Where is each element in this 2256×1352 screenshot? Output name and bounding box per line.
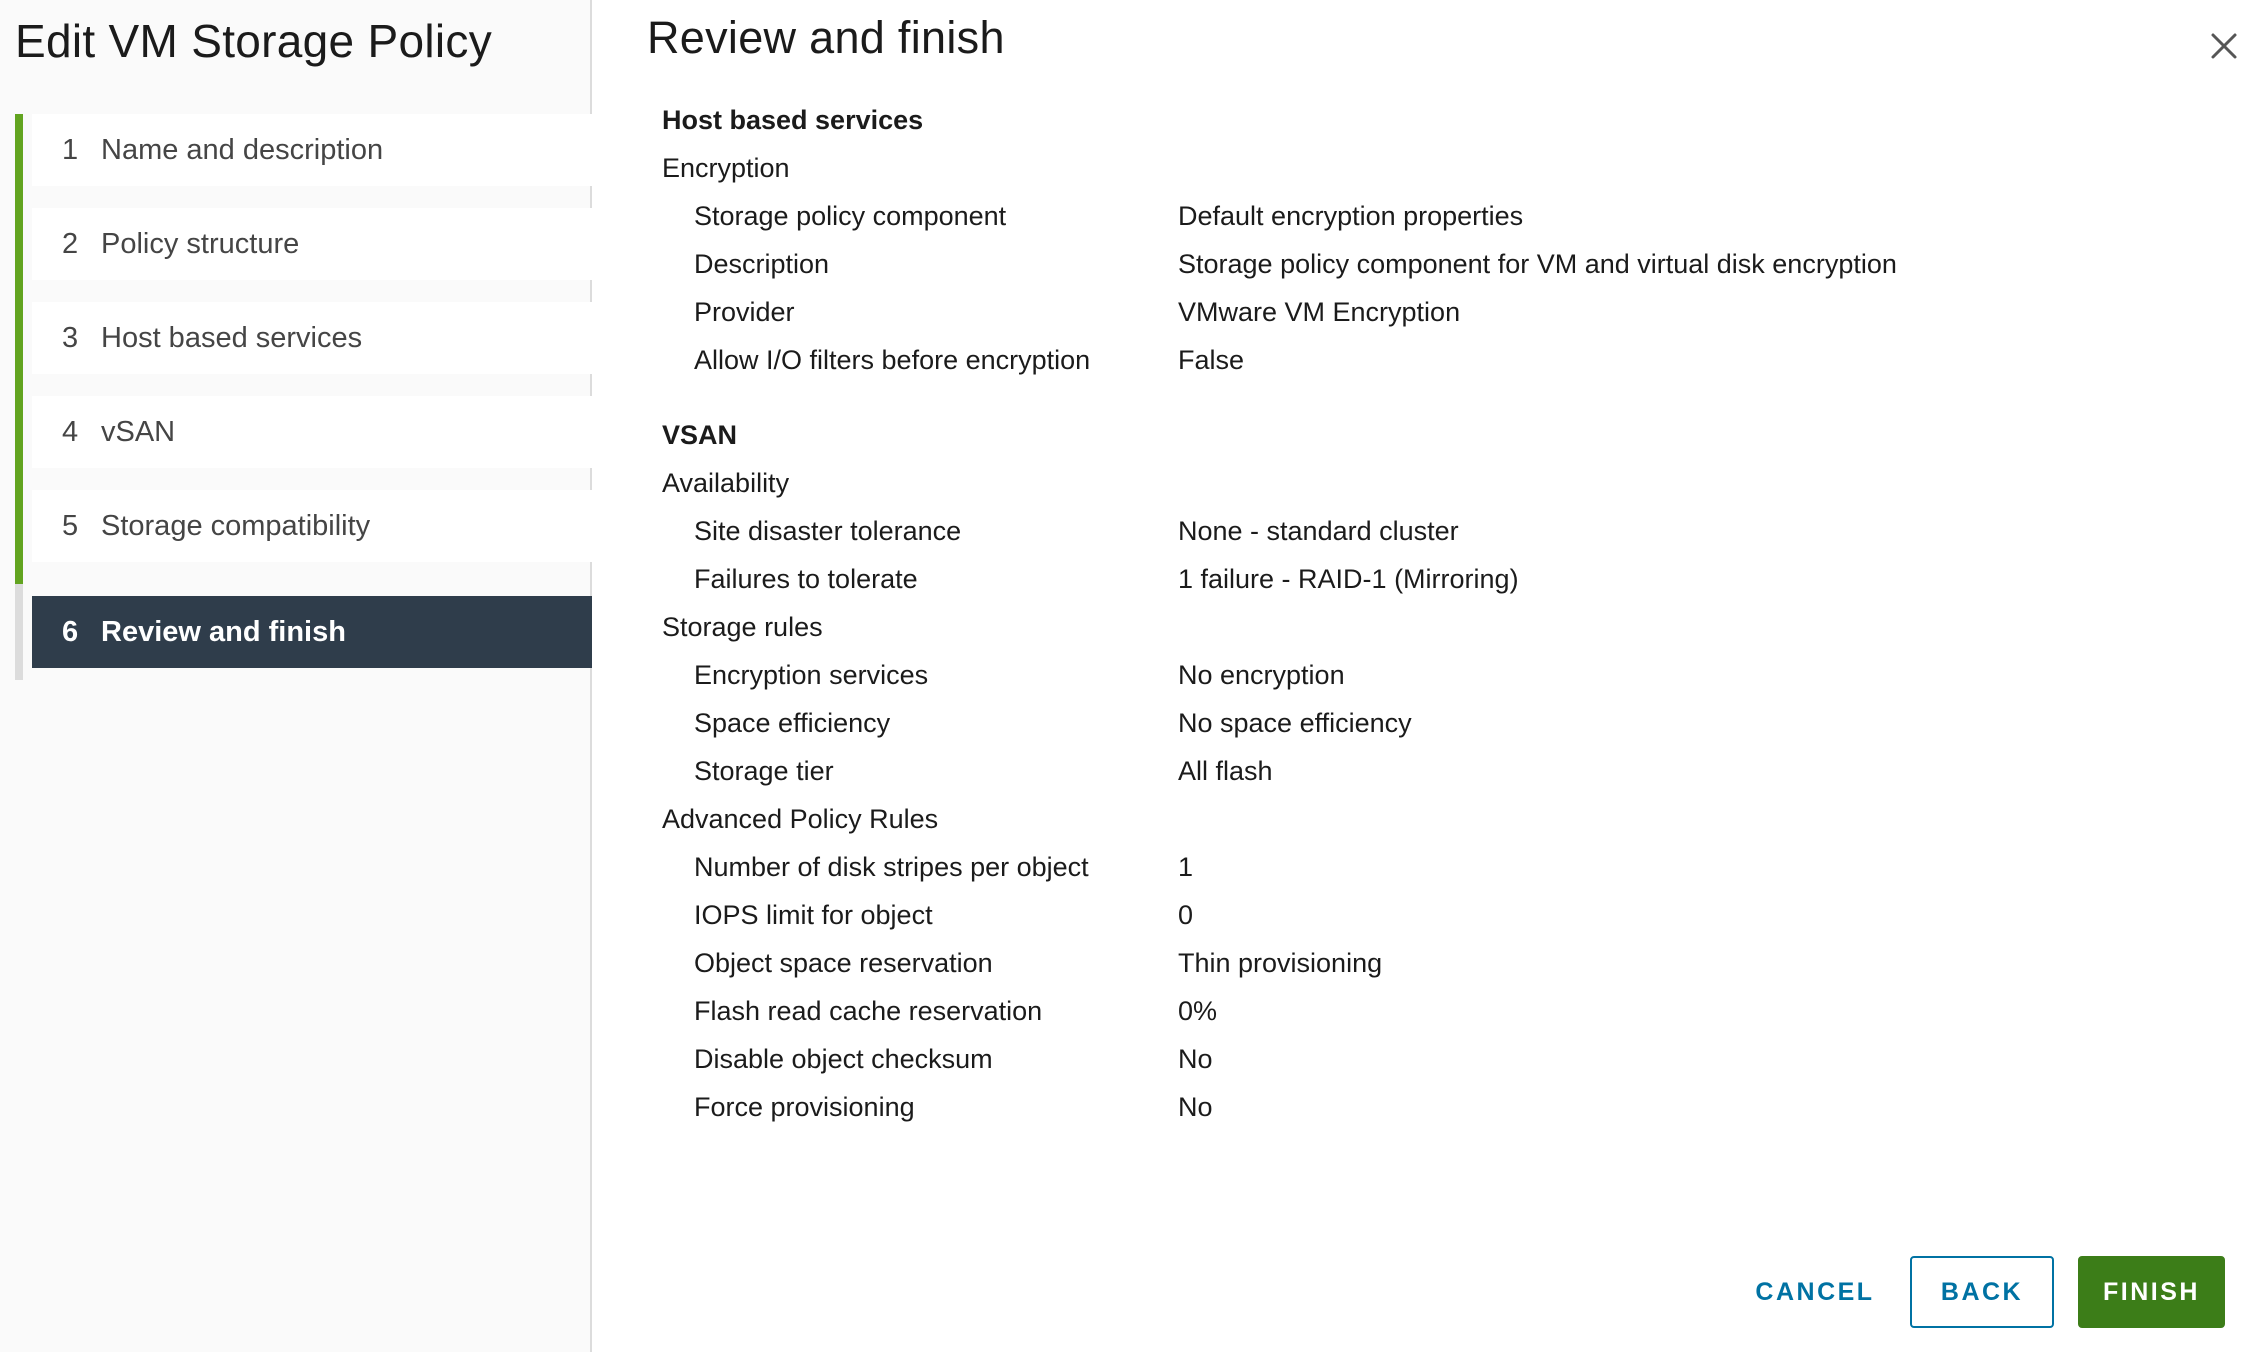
property-row: Number of disk stripes per object 1 [662, 843, 2162, 891]
property-value: False [1178, 345, 1245, 375]
property-value: 0% [1178, 996, 1218, 1026]
property-value: Thin provisioning [1178, 948, 1383, 978]
step-label: Storage compatibility [101, 509, 371, 542]
property-row: Storage policy component Default encrypt… [662, 192, 2162, 240]
property-row: Disable object checksum No [662, 1035, 2162, 1083]
step-vsan[interactable]: 4 vSAN [32, 396, 592, 468]
step-label: Name and description [101, 133, 384, 166]
property-value: 1 [1178, 852, 1194, 882]
step-progress-track [15, 584, 23, 680]
property-value: 1 failure - RAID-1 (Mirroring) [1178, 564, 1519, 594]
wizard-title: Edit VM Storage Policy [15, 15, 493, 67]
section-heading-vsan: VSAN [662, 420, 738, 450]
step-review-and-finish[interactable]: 6 Review and finish [32, 596, 592, 668]
property-row: Failures to tolerate 1 failure - RAID-1 … [662, 555, 2162, 603]
property-key: Space efficiency [694, 708, 891, 738]
finish-button[interactable]: FINISH [2078, 1256, 2225, 1328]
property-value: VMware VM Encryption [1178, 297, 1461, 327]
property-key: Force provisioning [694, 1092, 915, 1122]
property-key: Number of disk stripes per object [694, 852, 1089, 882]
group-heading-advanced-policy-rules: Advanced Policy Rules [662, 804, 939, 834]
property-value: Storage policy component for VM and virt… [1178, 249, 1897, 279]
step-label: Host based services [101, 321, 363, 354]
step-number: 3 [62, 321, 79, 354]
step-label: vSAN [101, 415, 176, 448]
step-number: 5 [62, 509, 79, 542]
edit-vm-storage-policy-wizard: Edit VM Storage Policy 1 Name and descri… [0, 0, 2256, 1352]
property-row: IOPS limit for object 0 [662, 891, 2162, 939]
property-value: No [1178, 1044, 1213, 1074]
property-value: Default encryption properties [1178, 201, 1524, 231]
step-number: 4 [62, 415, 79, 448]
property-key: Description [694, 249, 830, 279]
step-name-and-description[interactable]: 1 Name and description [32, 114, 592, 186]
property-row: Space efficiency No space efficiency [662, 699, 2162, 747]
wizard-sidebar: Edit VM Storage Policy 1 Name and descri… [0, 0, 592, 1352]
close-icon [2211, 33, 2237, 59]
property-row: Object space reservation Thin provisioni… [662, 939, 2162, 987]
property-key: Storage policy component [694, 201, 1007, 231]
close-button[interactable] [2204, 26, 2244, 66]
group-heading-storage-rules: Storage rules [662, 612, 823, 642]
property-key: Provider [694, 297, 795, 327]
property-row: Encryption services No encryption [662, 651, 2162, 699]
property-row: Description Storage policy component for… [662, 240, 2162, 288]
property-key: Object space reservation [694, 948, 993, 978]
property-value: No [1178, 1092, 1213, 1122]
group-heading-encryption: Encryption [662, 153, 790, 183]
back-button[interactable]: BACK [1910, 1256, 2054, 1328]
property-key: Allow I/O filters before encryption [694, 345, 1091, 375]
property-key: Site disaster tolerance [694, 516, 962, 546]
property-key: Flash read cache reservation [694, 996, 1043, 1026]
step-storage-compatibility[interactable]: 5 Storage compatibility [32, 490, 592, 562]
property-key: Encryption services [694, 660, 929, 690]
review-summary: Host based services Encryption Storage p… [662, 96, 2162, 1131]
property-row: Provider VMware VM Encryption [662, 288, 2162, 336]
property-row: Flash read cache reservation 0% [662, 987, 2162, 1035]
property-row: Allow I/O filters before encryption Fals… [662, 336, 2162, 384]
cancel-button[interactable]: CANCEL [1740, 1256, 1890, 1328]
property-key: Failures to tolerate [694, 564, 918, 594]
section-heading-host-based-services: Host based services [662, 105, 924, 135]
group-heading-availability: Availability [662, 468, 790, 498]
step-progress-bar [15, 114, 23, 584]
property-value: No encryption [1178, 660, 1345, 690]
property-value: None - standard cluster [1178, 516, 1459, 546]
property-key: Disable object checksum [694, 1044, 993, 1074]
step-number: 2 [62, 227, 79, 260]
property-value: 0 [1178, 900, 1194, 930]
step-policy-structure[interactable]: 2 Policy structure [32, 208, 592, 280]
property-value: All flash [1178, 756, 1273, 786]
property-row: Site disaster tolerance None - standard … [662, 507, 2162, 555]
step-label: Review and finish [101, 615, 346, 648]
property-key: Storage tier [694, 756, 834, 786]
property-row: Storage tier All flash [662, 747, 2162, 795]
step-number: 6 [62, 615, 79, 648]
property-key: IOPS limit for object [694, 900, 933, 930]
step-label: Policy structure [101, 227, 300, 260]
property-row: Force provisioning No [662, 1083, 2162, 1131]
step-list: 1 Name and description 2 Policy structur… [15, 114, 592, 680]
page-title: Review and finish [647, 12, 1005, 63]
step-number: 1 [62, 133, 79, 166]
property-value: No space efficiency [1178, 708, 1412, 738]
step-host-based-services[interactable]: 3 Host based services [32, 302, 592, 374]
